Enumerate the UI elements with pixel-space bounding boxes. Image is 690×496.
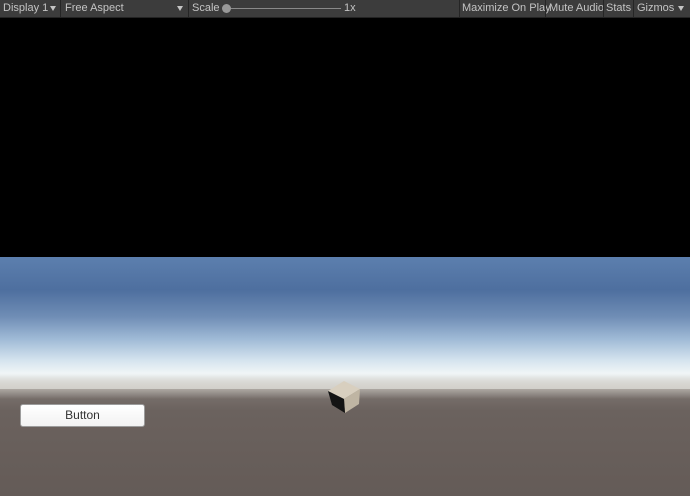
game-viewport[interactable]: Button (0, 257, 690, 496)
chevron-down-icon (50, 6, 56, 11)
game-ui-button[interactable]: Button (20, 404, 145, 427)
maximize-on-play-toggle[interactable]: Maximize On Play (460, 0, 551, 17)
scale-value: 1x (344, 2, 356, 14)
cube-object (328, 381, 360, 413)
stats-label: Stats (606, 2, 632, 14)
scale-slider-thumb[interactable] (222, 4, 231, 13)
game-window: Display 1 Free Aspect Scale 1x Maximize … (0, 0, 690, 496)
mute-audio-toggle[interactable]: Mute Audio (546, 0, 605, 17)
chevron-down-icon (177, 6, 183, 11)
stats-toggle[interactable]: Stats (604, 0, 633, 17)
mute-audio-label: Mute Audio (549, 2, 605, 14)
display-dropdown[interactable]: Display 1 (0, 0, 60, 17)
aspect-dropdown[interactable]: Free Aspect (61, 0, 188, 17)
maximize-on-play-label: Maximize On Play (462, 2, 551, 14)
display-dropdown-label: Display 1 (3, 2, 49, 14)
scale-control: Scale 1x (189, 0, 459, 17)
skybox (0, 257, 690, 389)
gizmos-dropdown[interactable]: Gizmos (634, 0, 690, 17)
scale-slider-track[interactable] (225, 8, 341, 9)
gizmos-label: Gizmos (637, 2, 675, 14)
letterbox-area (0, 18, 690, 257)
chevron-down-icon (678, 6, 684, 11)
scale-label: Scale (192, 2, 220, 14)
game-view-toolbar: Display 1 Free Aspect Scale 1x Maximize … (0, 0, 690, 18)
aspect-dropdown-label: Free Aspect (65, 2, 124, 14)
